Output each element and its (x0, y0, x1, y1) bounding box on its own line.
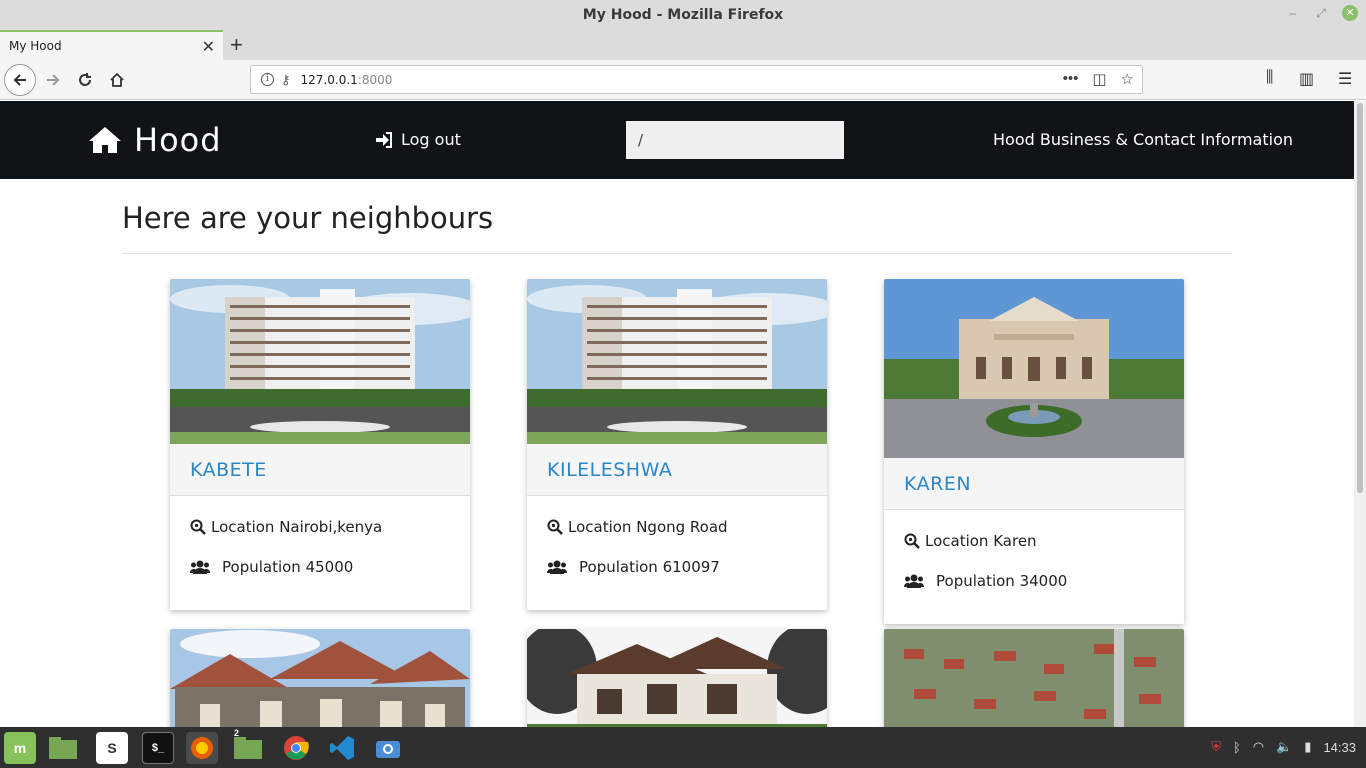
system-tray: ⛨ ᛒ ◠ 🔈 ▮ 14:33 (1211, 739, 1356, 755)
hood-image (527, 629, 827, 727)
page-viewport: Hood Log out Hood Business & Contact Inf… (0, 101, 1366, 727)
hood-image (170, 279, 470, 444)
business-contact-link[interactable]: Hood Business & Contact Information (993, 130, 1293, 149)
bookmark-star-icon[interactable]: ☆ (1121, 70, 1134, 88)
page-actions-icon[interactable]: ••• (1063, 70, 1079, 88)
restore-icon[interactable]: ⤢ (1314, 6, 1328, 21)
users-icon (904, 574, 924, 588)
hood-population: Population 34000 (904, 572, 1164, 590)
back-arrow-icon (13, 74, 26, 86)
logout-label: Log out (401, 130, 461, 149)
close-tab-icon[interactable]: ✕ (202, 37, 215, 56)
pocket-icon[interactable]: ◫ (1092, 70, 1106, 88)
hood-location: Location Ngong Road (547, 518, 807, 536)
page-heading: Here are your neighbours (122, 201, 494, 235)
close-window-icon[interactable]: ✕ (1342, 5, 1358, 21)
files-workspace-icon[interactable]: 2 (232, 728, 264, 764)
scrollbar-thumb[interactable] (1357, 103, 1363, 493)
reload-button[interactable] (70, 66, 100, 94)
firefox-icon[interactable] (186, 732, 218, 764)
reload-icon (79, 73, 91, 86)
tab-strip: My Hood ✕ + (0, 30, 1366, 60)
new-tab-icon[interactable]: + (230, 32, 243, 58)
window-title: My Hood - Mozilla Firefox (582, 7, 784, 23)
browser-navbar: i ⚷ 127.0.0.1:8000 ••• ◫ ☆ ⫼ ▥ ☰ (0, 60, 1366, 100)
url-bar[interactable]: i ⚷ 127.0.0.1:8000 ••• ◫ ☆ (250, 65, 1143, 94)
hood-image (170, 629, 470, 727)
hood-card-5[interactable] (527, 629, 827, 727)
clock[interactable]: 14:33 (1323, 740, 1356, 755)
home-button[interactable] (102, 66, 132, 94)
hood-name[interactable]: KABETE (170, 444, 470, 496)
key-icon: ⚷ (281, 71, 291, 87)
bluetooth-icon[interactable]: ᛒ (1233, 740, 1241, 755)
taskbar: m S $_ 2 ⛨ ᛒ ◠ 🔈 ▮ 14:33 (0, 727, 1366, 768)
search-location-icon (190, 519, 206, 535)
library-icon[interactable]: ⫼ (1266, 69, 1273, 87)
search-location-icon (904, 533, 920, 549)
hood-card-kileleshwa[interactable]: KILELESHWA Location Ngong Road Populatio… (527, 279, 827, 610)
home-icon (110, 72, 124, 87)
page-scrollbar[interactable] (1354, 101, 1366, 727)
hood-card-karen[interactable]: KAREN Location Karen Population 34000 (884, 279, 1184, 624)
site-info-icon[interactable]: i (261, 73, 274, 86)
search-location-icon (547, 519, 563, 535)
hood-population: Population 45000 (190, 558, 450, 576)
forward-button[interactable] (38, 66, 68, 94)
hood-card-4[interactable] (170, 629, 470, 727)
minimize-icon[interactable]: – (1286, 6, 1300, 20)
workspace-count-badge: 2 (234, 728, 240, 738)
window-titlebar: My Hood - Mozilla Firefox – ⤢ ✕ (0, 0, 1366, 30)
sign-in-icon (376, 131, 392, 148)
shield-icon[interactable]: ⛨ (1211, 739, 1221, 755)
vscode-icon[interactable] (326, 732, 358, 764)
brand-text: Hood (134, 121, 222, 159)
screenshot-icon[interactable] (372, 732, 404, 764)
slack-icon[interactable]: S (96, 732, 128, 764)
house-icon (89, 127, 121, 153)
battery-icon[interactable]: ▮ (1304, 739, 1311, 755)
users-icon (190, 560, 210, 574)
users-icon (547, 560, 567, 574)
tab-my-hood[interactable]: My Hood ✕ (0, 30, 223, 60)
hamburger-menu-icon[interactable]: ☰ (1338, 69, 1352, 89)
hood-location: Location Nairobi,kenya (190, 518, 450, 536)
hood-name[interactable]: KAREN (884, 458, 1184, 510)
terminal-icon[interactable]: $_ (142, 732, 174, 764)
url-text: 127.0.0.1:8000 (300, 72, 393, 87)
site-navbar: Hood Log out Hood Business & Contact Inf… (0, 101, 1354, 179)
volume-icon[interactable]: 🔈 (1276, 739, 1292, 755)
hood-card-kabete[interactable]: KABETE Location Nairobi,kenya Population… (170, 279, 470, 610)
hood-image (884, 279, 1184, 458)
back-button[interactable] (4, 64, 36, 96)
hood-location: Location Karen (904, 532, 1164, 550)
tab-label: My Hood (9, 39, 62, 53)
divider (122, 253, 1232, 254)
hood-image (884, 629, 1184, 727)
logout-link[interactable]: Log out (375, 130, 461, 149)
hood-image (527, 279, 827, 444)
hood-name[interactable]: KILELESHWA (527, 444, 827, 496)
hood-population: Population 610097 (547, 558, 807, 576)
chrome-icon[interactable] (280, 732, 312, 764)
brand-link[interactable]: Hood (87, 121, 222, 159)
mint-menu-icon[interactable]: m (4, 732, 36, 764)
sidebar-icon[interactable]: ▥ (1299, 69, 1314, 89)
search-input[interactable] (626, 121, 844, 159)
wifi-icon[interactable]: ◠ (1253, 739, 1264, 755)
files-icon[interactable] (47, 732, 79, 764)
forward-arrow-icon (47, 74, 60, 86)
hood-card-6[interactable] (884, 629, 1184, 727)
window-controls: – ⤢ ✕ (1286, 5, 1358, 21)
